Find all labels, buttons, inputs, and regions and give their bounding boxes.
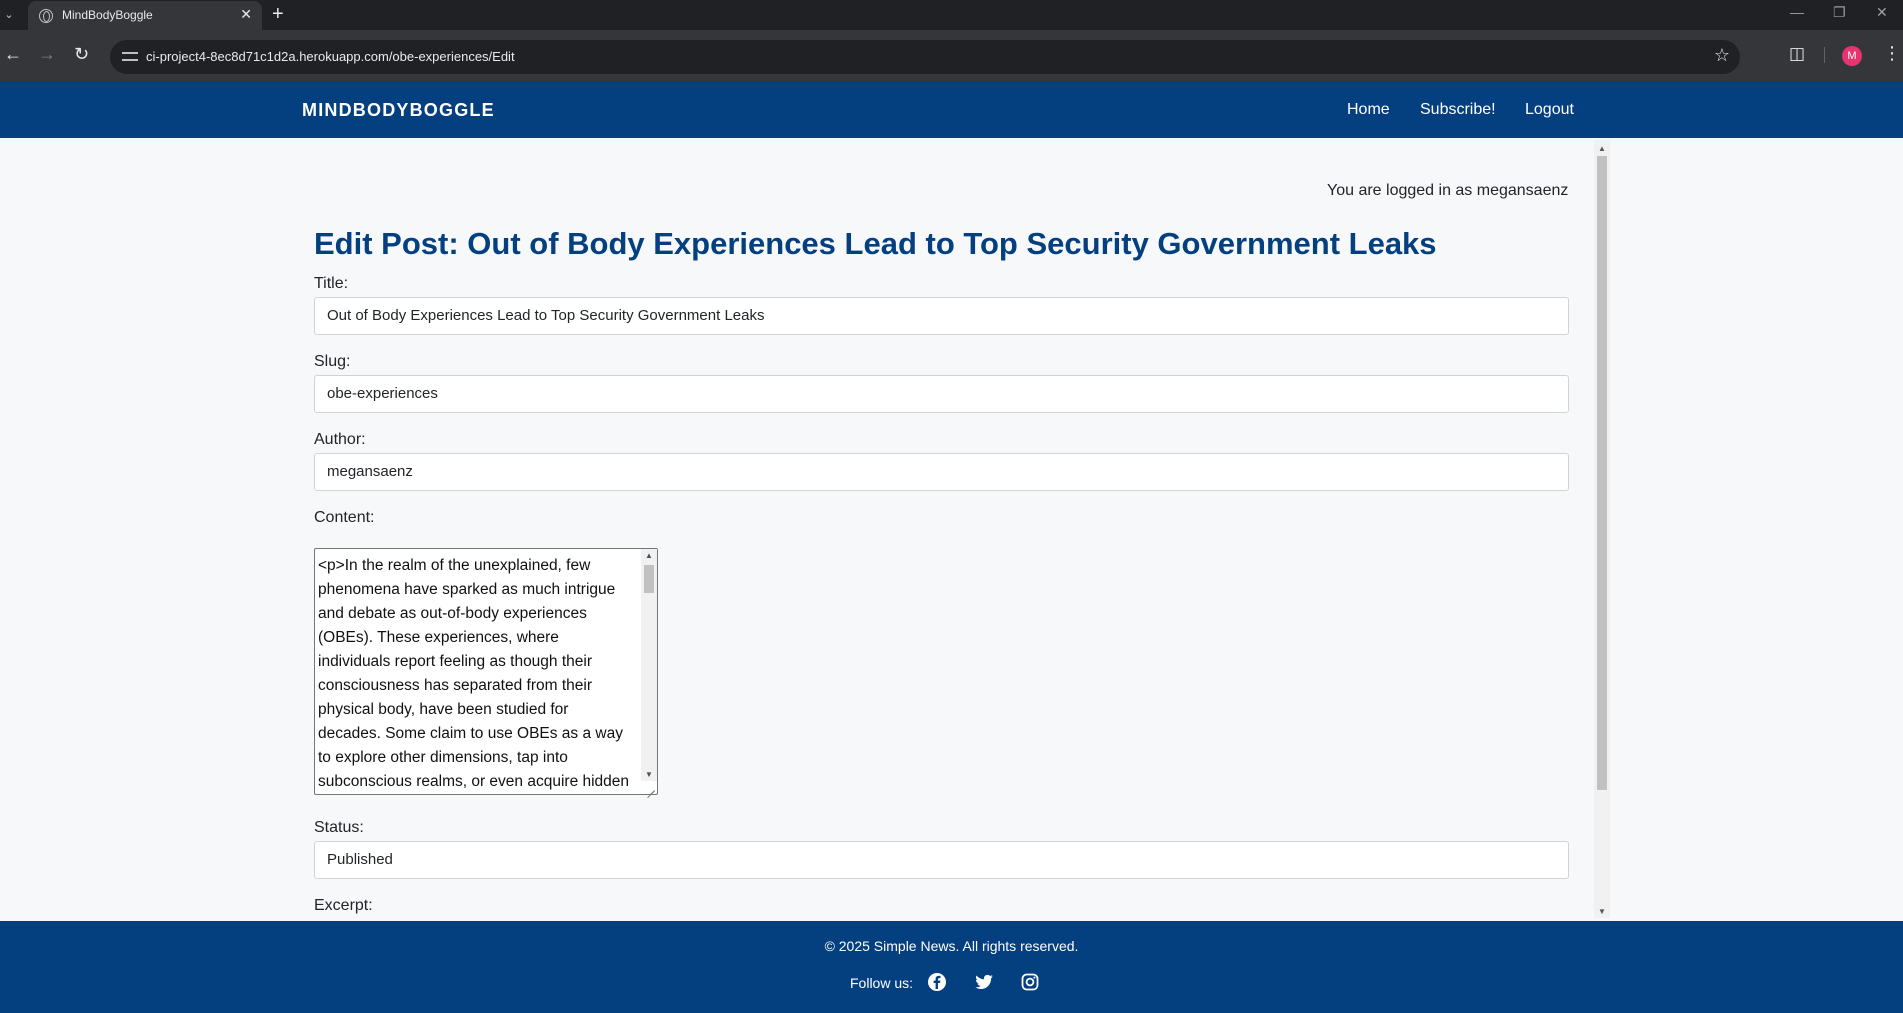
copyright-text: © 2025 Simple News. All rights reserved. [824, 938, 1079, 954]
site-navbar: MINDBODYBOGGLE Home Subscribe! Logout [0, 82, 1903, 138]
twitter-icon[interactable] [974, 972, 994, 992]
resize-grip-icon[interactable] [645, 781, 657, 799]
content-textarea[interactable]: <p>In the realm of the unexplained, few … [314, 548, 658, 795]
site-footer: © 2025 Simple News. All rights reserved.… [0, 921, 1903, 1013]
follow-us-label: Follow us: [850, 975, 914, 991]
slug-label: Slug: [314, 353, 351, 370]
bookmark-star-icon[interactable]: ☆ [1714, 45, 1730, 66]
page-scroll-down-icon[interactable]: ▼ [1598, 907, 1606, 916]
tab-title: MindBodyBoggle [62, 8, 153, 22]
new-tab-icon[interactable]: + [272, 3, 284, 26]
toolbar-divider [1824, 47, 1825, 63]
extensions-icon[interactable]: ◫ [1789, 44, 1805, 64]
author-select[interactable]: megansaenz [314, 453, 1569, 491]
author-label: Author: [314, 431, 366, 448]
excerpt-label: Excerpt: [314, 897, 373, 914]
page-scroll-thumb[interactable] [1597, 156, 1607, 790]
browser-toolbar: ← → ↻ ci-project4-8ec8d71c1d2a.herokuapp… [0, 30, 1903, 82]
nav-home-link[interactable]: Home [1347, 101, 1390, 119]
facebook-icon[interactable] [927, 972, 947, 992]
site-info-icon[interactable] [122, 49, 138, 65]
brand-logo[interactable]: MINDBODYBOGGLE [302, 100, 495, 121]
browser-tab[interactable]: MindBodyBoggle ✕ [28, 1, 262, 30]
restore-icon[interactable]: ❐ [1833, 4, 1846, 21]
status-select[interactable]: Published [314, 841, 1569, 879]
status-label: Status: [314, 819, 364, 836]
page-title: Edit Post: Out of Body Experiences Lead … [314, 226, 1437, 261]
back-arrow-icon[interactable]: ← [4, 44, 22, 64]
logged-in-status: You are logged in as megansaenz [1327, 182, 1569, 199]
instagram-icon[interactable] [1020, 972, 1040, 992]
scroll-up-arrow-icon[interactable]: ▲ [645, 551, 653, 560]
main-content: You are logged in as megansaenz Edit Pos… [0, 138, 1903, 921]
page-scroll-up-icon[interactable]: ▲ [1598, 144, 1606, 153]
forward-arrow-icon[interactable]: → [38, 44, 56, 64]
slug-input[interactable]: obe-experiences [314, 375, 1569, 413]
address-bar[interactable]: ci-project4-8ec8d71c1d2a.herokuapp.com/o… [110, 40, 1740, 74]
content-label: Content: [314, 509, 375, 526]
title-label: Title: [314, 275, 349, 292]
textarea-scroll-thumb[interactable] [644, 565, 654, 593]
nav-logout-link[interactable]: Logout [1525, 101, 1574, 119]
browser-tab-bar: ⌄ MindBodyBoggle ✕ + — ❐ ✕ [0, 0, 1903, 30]
reload-icon[interactable]: ↻ [74, 44, 89, 64]
globe-icon [39, 9, 53, 23]
content-textarea-scrollbar[interactable]: ▲ ▼ [641, 549, 657, 781]
nav-subscribe-link[interactable]: Subscribe! [1420, 101, 1496, 119]
close-tab-icon[interactable]: ✕ [240, 6, 252, 23]
title-input[interactable]: Out of Body Experiences Lead to Top Secu… [314, 297, 1569, 335]
url-text[interactable]: ci-project4-8ec8d71c1d2a.herokuapp.com/o… [146, 49, 515, 64]
profile-avatar[interactable]: M [1842, 46, 1862, 66]
window-close-icon[interactable]: ✕ [1876, 4, 1888, 21]
browser-menu-icon[interactable]: ⋮ [1883, 43, 1901, 64]
page-scrollbar[interactable]: ▲ ▼ [1594, 140, 1610, 918]
minimize-icon[interactable]: — [1790, 4, 1804, 20]
tab-search-chevron-icon[interactable]: ⌄ [0, 6, 18, 24]
scroll-down-arrow-icon[interactable]: ▼ [645, 770, 653, 779]
